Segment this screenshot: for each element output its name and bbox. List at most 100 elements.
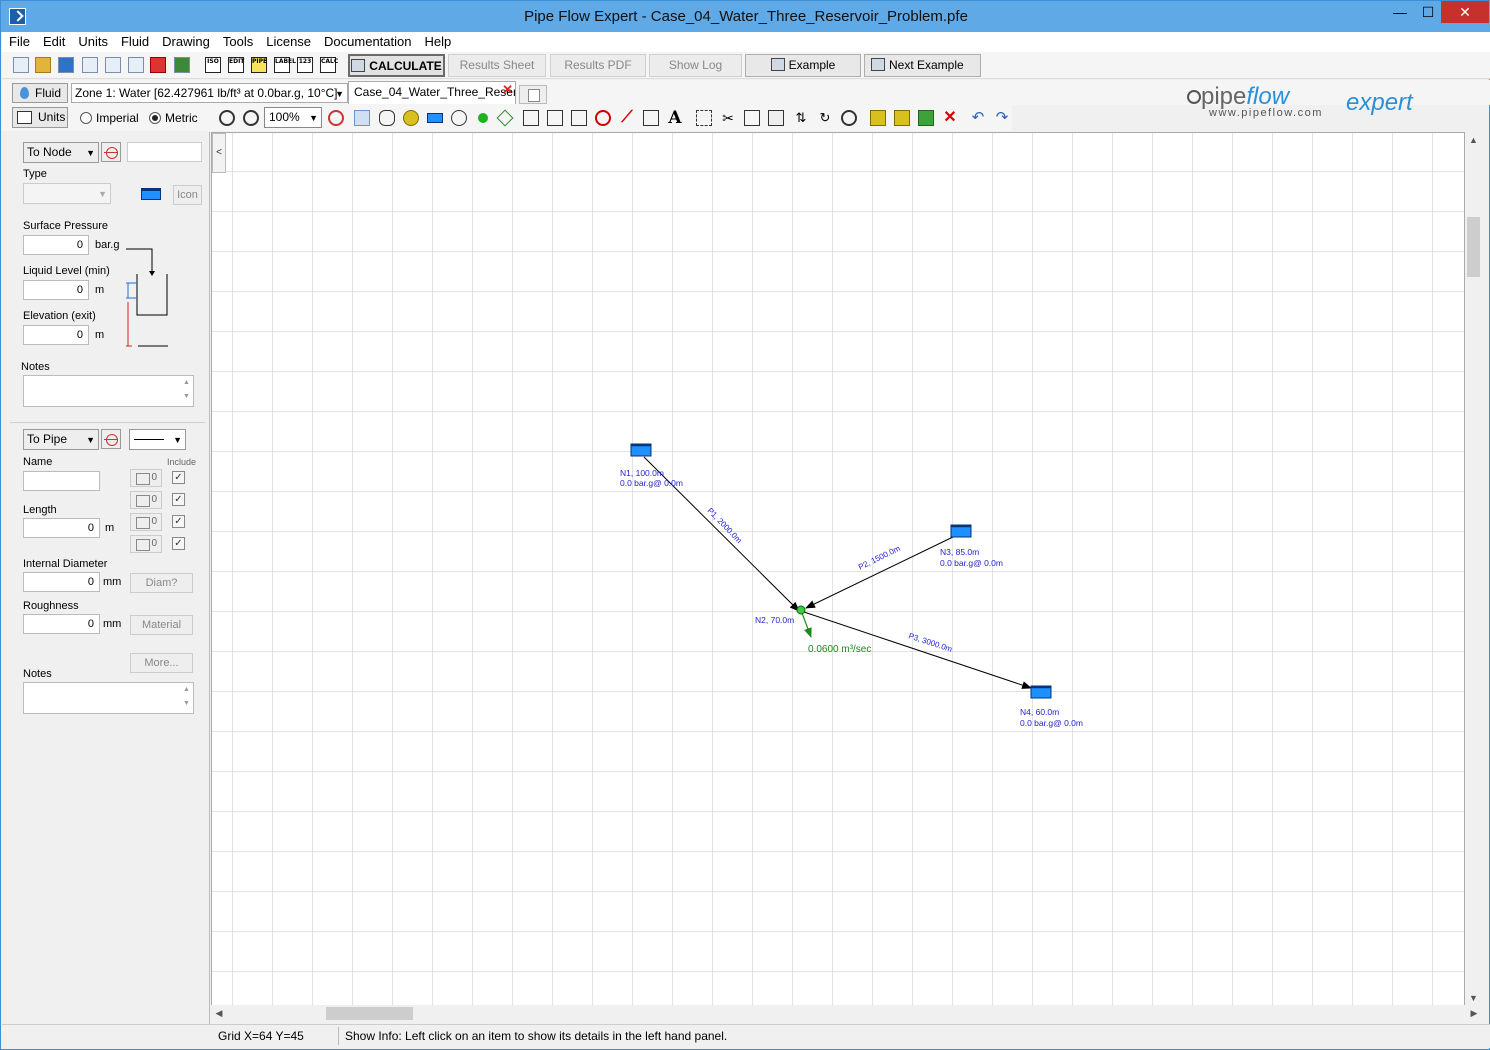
diam-button[interactable]: Diam?: [130, 573, 193, 593]
menu-tools[interactable]: Tools: [216, 32, 259, 49]
zoom-in-icon[interactable]: [243, 110, 259, 126]
menu-documentation[interactable]: Documentation: [317, 32, 417, 49]
maximize-button[interactable]: ☐: [1413, 1, 1443, 23]
find-icon[interactable]: [841, 110, 857, 126]
pipe-selector[interactable]: To Pipe ▼: [23, 429, 99, 450]
marquee-select-icon[interactable]: [696, 110, 712, 126]
include-component-checkbox[interactable]: ✓: [172, 493, 185, 506]
zoom-select[interactable]: 100% ▼: [264, 107, 322, 128]
move-icon[interactable]: [403, 110, 419, 126]
vertical-scroll-thumb[interactable]: [1467, 217, 1480, 277]
distribute-icon[interactable]: [918, 110, 934, 126]
iso-icon[interactable]: ISO: [205, 57, 221, 73]
add-tank-icon[interactable]: [427, 113, 443, 123]
new-tab-button[interactable]: [519, 85, 547, 104]
node-n2[interactable]: [796, 605, 806, 615]
pipe-name-input[interactable]: [23, 471, 100, 491]
pump-icon[interactable]: 0: [130, 535, 162, 553]
print-icon[interactable]: [128, 57, 144, 73]
component-icon[interactable]: 0: [130, 491, 162, 509]
document-tab[interactable]: Case_04_Water_Three_Reser ✕: [348, 81, 516, 104]
save-icon[interactable]: [58, 57, 74, 73]
label-icon[interactable]: LABEL: [274, 57, 296, 73]
fluid-button[interactable]: Fluid: [12, 83, 68, 103]
pipe-notes-textarea[interactable]: ▲ ▼: [23, 682, 194, 714]
scroll-right-icon[interactable]: ▶: [1466, 1005, 1482, 1022]
undo-icon[interactable]: ↶: [970, 110, 986, 126]
horizontal-scrollbar[interactable]: ◀ ▶: [211, 1005, 1482, 1022]
close-tab-icon[interactable]: ✕: [502, 82, 513, 100]
scroll-up-icon[interactable]: ▲: [1465, 132, 1482, 148]
node-selector[interactable]: To Node ▼: [23, 142, 99, 163]
node-target-icon[interactable]: [101, 142, 121, 162]
example-systems-button[interactable]: Example Systems: [745, 54, 861, 93]
pipe-icon[interactable]: PIPE: [251, 57, 267, 73]
scroll-left-icon[interactable]: ◀: [211, 1005, 227, 1022]
select-pointer-icon[interactable]: [354, 110, 370, 126]
diameter-input[interactable]: 0: [23, 572, 100, 592]
menu-file[interactable]: File: [2, 32, 36, 49]
menu-help[interactable]: Help: [417, 32, 457, 49]
metric-radio[interactable]: [149, 112, 161, 124]
align-vertical-icon[interactable]: [894, 110, 910, 126]
add-valve-icon[interactable]: [571, 110, 587, 126]
line-style-select[interactable]: ▼: [129, 429, 186, 450]
results-pdf-button[interactable]: Results PDF: [550, 54, 646, 77]
image-export-icon[interactable]: [174, 57, 190, 73]
redo-icon[interactable]: ↷: [994, 110, 1010, 126]
include-pump-checkbox[interactable]: ✓: [172, 537, 185, 550]
include-fittings-checkbox[interactable]: ✓: [172, 471, 185, 484]
cut-icon[interactable]: ✂: [720, 110, 736, 126]
node-notes-textarea[interactable]: ▲ ▼: [23, 375, 194, 407]
more-button[interactable]: More...: [130, 653, 193, 673]
delete-icon[interactable]: ✕: [942, 110, 958, 126]
next-example-button[interactable]: Next Example: [864, 54, 981, 77]
email-icon[interactable]: [82, 57, 98, 73]
fluid-zone-select[interactable]: Zone 1: Water [62.427961 lb/ft³ at 0.0ba…: [71, 83, 348, 103]
add-component-icon[interactable]: [547, 110, 563, 126]
node-type-select[interactable]: ▼: [23, 183, 111, 204]
elevation-input[interactable]: 0: [23, 325, 89, 345]
align-up-icon[interactable]: [870, 110, 886, 126]
minimize-button[interactable]: —: [1385, 1, 1415, 23]
add-control-valve-icon[interactable]: [643, 110, 659, 126]
add-pump-icon[interactable]: [595, 110, 611, 126]
calc-icon[interactable]: CALC: [320, 57, 338, 73]
close-window-button[interactable]: ✕: [1441, 1, 1489, 23]
export-icon[interactable]: [105, 57, 121, 73]
open-folder-icon[interactable]: [35, 57, 51, 73]
flip-icon[interactable]: ⇅: [793, 110, 809, 126]
show-log-button[interactable]: Show Log: [649, 54, 742, 77]
new-file-icon[interactable]: [13, 57, 29, 73]
add-node-icon[interactable]: [478, 113, 488, 123]
add-text-icon[interactable]: A: [667, 110, 683, 127]
paste-icon[interactable]: [768, 110, 784, 126]
add-fitting-icon[interactable]: [523, 110, 539, 126]
include-valve-checkbox[interactable]: ✓: [172, 515, 185, 528]
horizontal-scroll-thumb[interactable]: [326, 1007, 413, 1020]
units-button[interactable]: Units: [12, 107, 68, 128]
material-button[interactable]: Material: [130, 615, 193, 635]
pdf-icon[interactable]: [150, 57, 166, 73]
draw-line-icon[interactable]: ⟋: [619, 110, 635, 126]
valve-icon[interactable]: 0: [130, 513, 162, 531]
fittings-icon[interactable]: 0: [130, 469, 162, 487]
menu-units[interactable]: Units: [71, 32, 114, 49]
menu-license[interactable]: License: [259, 32, 317, 49]
node-name-field[interactable]: [127, 142, 202, 162]
menu-fluid[interactable]: Fluid: [114, 32, 155, 49]
edit-icon[interactable]: EDIT: [228, 57, 244, 73]
surface-pressure-input[interactable]: 0: [23, 235, 89, 255]
add-demand-icon[interactable]: [451, 110, 467, 126]
zoom-out-icon[interactable]: [219, 110, 235, 126]
drawing-canvas[interactable]: < P1, 2000.0m P2, 1500.0m P3, 3000.0m N1…: [211, 132, 1465, 1006]
roughness-input[interactable]: 0: [23, 614, 100, 634]
menu-drawing[interactable]: Drawing: [155, 32, 216, 49]
pipe-p2[interactable]: [805, 535, 956, 609]
calculate-button[interactable]: CALCULATE: [348, 54, 445, 77]
results-sheet-button[interactable]: Results Sheet: [448, 54, 546, 77]
icon-button[interactable]: Icon: [173, 185, 202, 205]
menu-edit[interactable]: Edit: [36, 32, 71, 49]
pipe-target-icon[interactable]: [101, 429, 121, 449]
rotate-icon[interactable]: ↻: [817, 110, 833, 126]
